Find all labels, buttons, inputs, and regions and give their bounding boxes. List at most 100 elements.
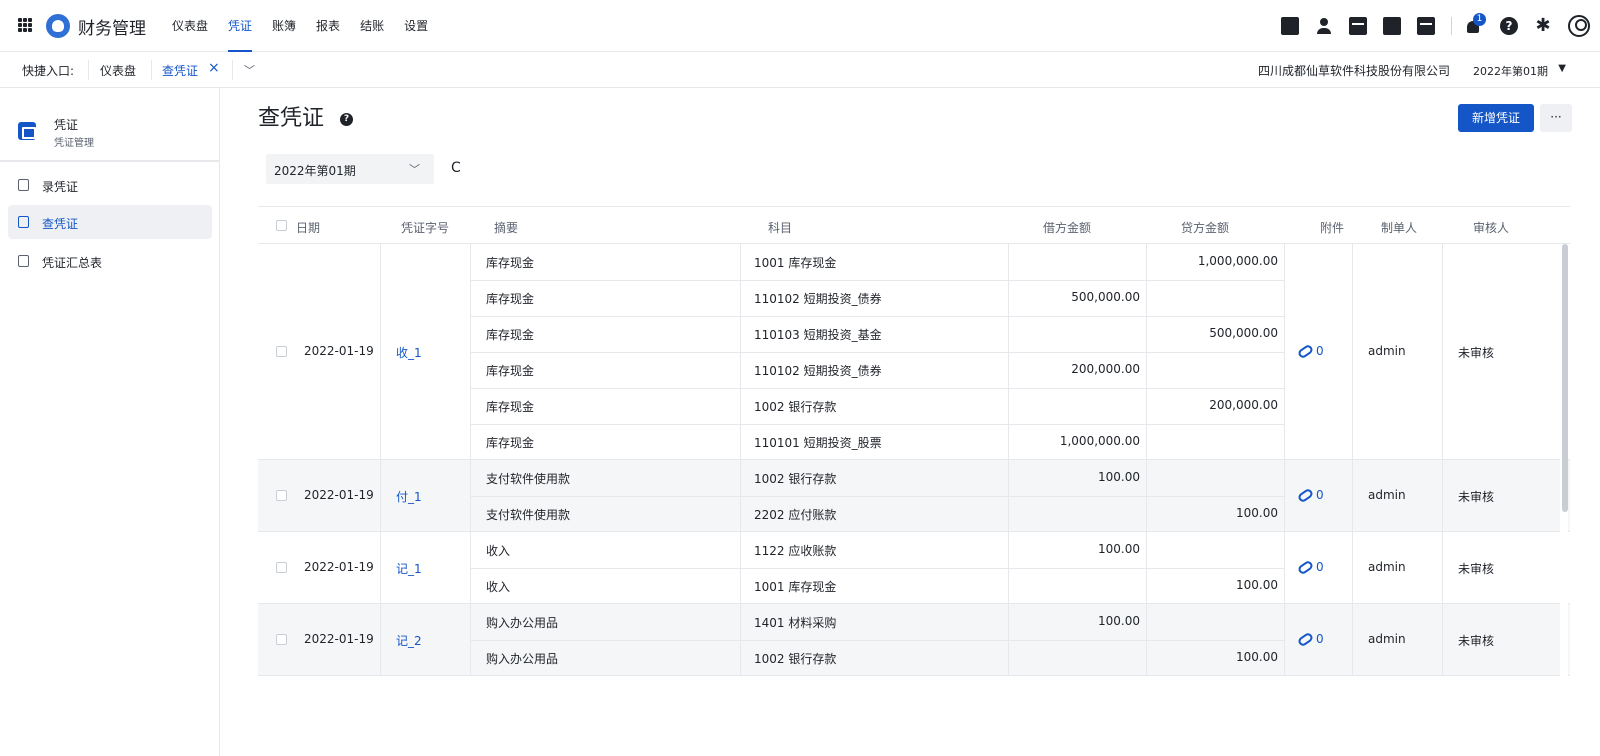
entry-summary: 购入办公用品 <box>486 616 559 630</box>
voucher-date: 2022-01-19 <box>304 632 374 646</box>
attachment-link[interactable]: 0 <box>1296 487 1324 504</box>
caret-down-icon[interactable]: ▼ <box>1558 63 1566 74</box>
attachment-count: 0 <box>1316 632 1324 646</box>
entry-account: 1001 库存现金 <box>754 256 837 270</box>
column-header: 科目 <box>768 221 793 235</box>
scrollbar-thumb[interactable] <box>1562 244 1568 512</box>
entry-account: 2202 应付账款 <box>754 508 837 522</box>
voucher-date: 2022-01-19 <box>304 488 374 502</box>
entry-account: 1002 银行存款 <box>754 652 837 666</box>
entry-account: 1002 银行存款 <box>754 400 837 414</box>
sidebar-item-voucher-summary[interactable]: 凭证汇总表 <box>8 244 212 278</box>
nav-settings[interactable]: 设置 <box>404 0 428 52</box>
attachment-count: 0 <box>1316 560 1324 574</box>
entry-summary: 库存现金 <box>486 400 535 414</box>
column-divider <box>1442 604 1443 675</box>
sidebar-item-enter-voucher[interactable]: 录凭证 <box>8 168 212 202</box>
help-icon[interactable]: ? <box>1500 17 1518 35</box>
column-divider <box>1352 244 1353 459</box>
notification-badge: 1 <box>1473 13 1486 26</box>
voucher-review-status: 未审核 <box>1458 562 1495 576</box>
entry-summary: 库存现金 <box>486 328 535 342</box>
close-tab-icon[interactable]: × <box>208 60 220 76</box>
column-divider <box>380 244 381 459</box>
nav-closing[interactable]: 结账 <box>360 0 384 52</box>
entry-summary: 支付软件使用款 <box>486 508 571 522</box>
voucher-number-link[interactable]: 付_1 <box>396 488 422 505</box>
voucher-maker: admin <box>1368 632 1406 646</box>
company-name: 四川成都仙草软件科技股份有限公司 <box>1257 64 1450 78</box>
table-icon <box>18 255 29 267</box>
sidebar-item-view-voucher[interactable]: 查凭证 <box>8 205 212 239</box>
document-search-icon <box>18 216 29 228</box>
gear-icon[interactable]: ✱ <box>1534 17 1552 35</box>
attachment-count: 0 <box>1316 344 1324 358</box>
column-header: 附件 <box>1320 221 1345 235</box>
column-header: 摘要 <box>494 221 519 235</box>
voucher-review-status: 未审核 <box>1458 490 1495 504</box>
table-header: 日期 凭证字号 摘要 科目 借方金额 贷方金额 附件 制单人 审核人 <box>258 206 1570 244</box>
nav-ledger[interactable]: 账簿 <box>272 0 296 52</box>
calendar-icon[interactable] <box>1417 17 1435 35</box>
entry-account: 1122 应收账款 <box>754 544 837 558</box>
column-header: 制单人 <box>1381 221 1418 235</box>
entry-debit-amount: 500,000.00 <box>1071 290 1140 304</box>
row-divider <box>470 496 1284 497</box>
select-all-checkbox[interactable] <box>276 220 287 231</box>
row-checkbox[interactable] <box>276 490 287 501</box>
period-selector[interactable]: 2022年第01期 <box>1473 63 1548 79</box>
entry-credit-amount: 500,000.00 <box>1209 326 1278 340</box>
row-divider <box>470 280 1284 281</box>
chevron-down-icon[interactable]: ﹀ <box>244 62 255 78</box>
quick-tab-view-voucher[interactable]: 查凭证 <box>162 62 198 79</box>
period-select[interactable]: 2022年第01期 ﹀ <box>266 154 434 184</box>
voucher-group: 2022-01-19 记_1 0 admin 未审核 收入 1122 应收账款 100.00 收… <box>258 532 1570 604</box>
attachment-count: 0 <box>1316 488 1324 502</box>
calendar-check-icon[interactable] <box>1281 17 1299 35</box>
voucher-number-link[interactable]: 记_2 <box>396 632 422 649</box>
entry-summary: 收入 <box>486 580 511 594</box>
row-checkbox[interactable] <box>276 634 287 645</box>
voucher-date: 2022-01-19 <box>304 560 374 574</box>
bell-icon[interactable]: 1 <box>1466 13 1486 35</box>
attachment-link[interactable]: 0 <box>1296 343 1324 360</box>
paperclip-icon <box>1296 343 1315 360</box>
sidebar-title: 凭证 <box>54 118 79 132</box>
row-checkbox[interactable] <box>276 346 287 357</box>
column-divider <box>1442 244 1443 459</box>
attachment-link[interactable]: 0 <box>1296 559 1324 576</box>
voucher-number-link[interactable]: 记_1 <box>396 560 422 577</box>
column-divider <box>1442 532 1443 603</box>
paperclip-icon <box>1296 487 1315 504</box>
more-options-button[interactable]: ··· <box>1540 104 1572 132</box>
phone-book-icon[interactable] <box>1383 17 1401 35</box>
nav-dashboard[interactable]: 仪表盘 <box>172 0 208 52</box>
user-icon[interactable] <box>1315 17 1333 35</box>
entry-credit-amount: 100.00 <box>1236 578 1278 592</box>
entry-summary: 收入 <box>486 544 511 558</box>
entry-account: 1401 材料采购 <box>754 616 837 630</box>
voucher-group: 2022-01-19 记_2 0 admin 未审核 购入办公用品 1401 材料采购 100… <box>258 604 1570 676</box>
row-checkbox[interactable] <box>276 562 287 573</box>
top-toolbar: 1 ? ✱ <box>1281 12 1600 40</box>
voucher-review-status: 未审核 <box>1458 346 1495 360</box>
refresh-icon[interactable]: C <box>451 160 461 176</box>
nav-voucher[interactable]: 凭证 <box>228 0 253 52</box>
sidebar-item-label: 录凭证 <box>42 180 79 194</box>
quick-tab-dashboard[interactable]: 仪表盘 <box>100 62 136 79</box>
voucher-maker: admin <box>1368 560 1406 574</box>
quick-access-bar: 快捷入口: 仪表盘 查凭证 × ﹀ 四川成都仙草软件科技股份有限公司 2022年… <box>0 52 1600 88</box>
new-voucher-button[interactable]: 新增凭证 <box>1458 104 1534 132</box>
nav-reports[interactable]: 报表 <box>316 0 340 52</box>
voucher-maker: admin <box>1368 344 1406 358</box>
attachment-link[interactable]: 0 <box>1296 631 1324 648</box>
help-icon[interactable]: ? <box>340 113 353 126</box>
entry-summary: 库存现金 <box>486 292 535 306</box>
account-avatar-icon[interactable] <box>1568 15 1590 37</box>
app-grid-icon[interactable] <box>18 18 32 32</box>
column-header: 凭证字号 <box>401 221 450 235</box>
toolbar-divider <box>1451 17 1452 35</box>
voucher-number-link[interactable]: 收_1 <box>396 344 422 361</box>
document-edit-icon <box>18 179 29 191</box>
document-icon[interactable] <box>1349 17 1367 35</box>
